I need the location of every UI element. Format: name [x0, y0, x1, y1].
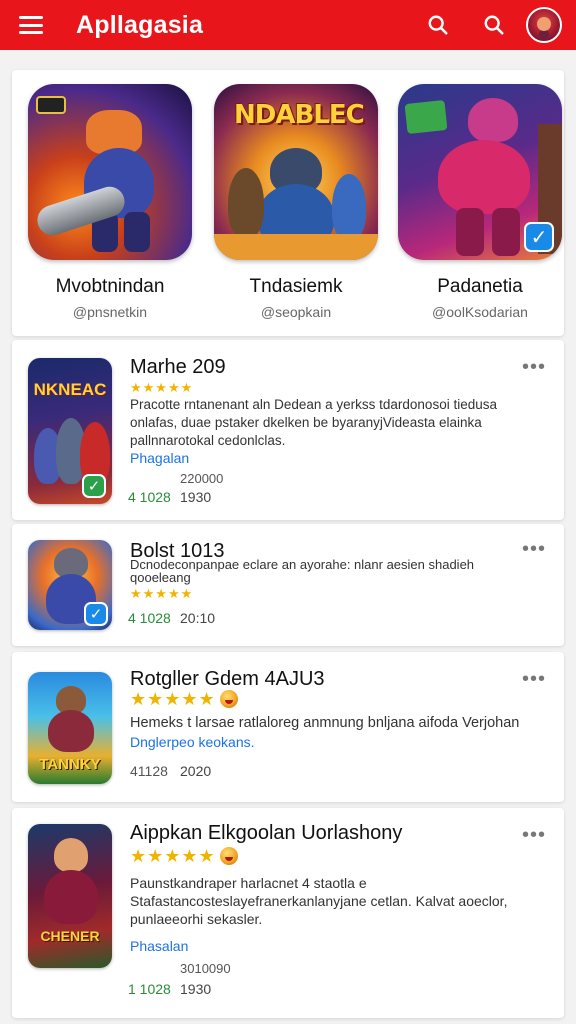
thumb-title: NKNEAC	[33, 380, 107, 399]
thumb-title: CHENER	[40, 928, 100, 944]
more-icon[interactable]: •••	[522, 824, 546, 847]
app-card[interactable]: ✓ Bolst 1013 Dcnodeconpanpae eclare an a…	[12, 524, 564, 646]
app-thumbnail: NKNEAC ✓	[28, 358, 112, 504]
app-link[interactable]: Phasalan	[130, 938, 188, 954]
featured-app-handle: @oolKsodarian	[432, 304, 528, 320]
download-count: 4 1028	[128, 489, 171, 505]
app-title: Marhe 209	[130, 356, 226, 378]
verified-badge: ✓	[524, 222, 554, 252]
search-icon	[484, 15, 504, 35]
app-bar: Apllagasia	[0, 0, 576, 50]
verified-badge: ✓	[82, 474, 106, 498]
app-card[interactable]: CHENER Aippkan Elkgoolan Uorlashony ★★★★…	[12, 808, 564, 1018]
app-thumbnail: CHENER	[28, 824, 112, 968]
featured-app-art	[28, 84, 192, 260]
app-card[interactable]: NKNEAC ✓ Marhe 209 ★★★★★ Pracotte rntane…	[12, 340, 564, 520]
search-icon	[428, 15, 448, 35]
rating-stars: ★★★★★	[130, 689, 238, 710]
app-description: Hemeks t larsae ratlaloreg anmnung bnlja…	[130, 715, 520, 731]
app-link[interactable]: Phagalan	[130, 450, 189, 466]
more-icon[interactable]: •••	[522, 356, 546, 379]
featured-app-name: Mvobtnindan	[55, 276, 165, 297]
art-title: NDABLEC	[234, 100, 365, 130]
menu-icon	[19, 16, 43, 34]
rating-stars: ★★★★★	[130, 380, 194, 395]
emoji-icon	[219, 847, 238, 865]
app-link[interactable]: Dnglerpeo keokans.	[130, 734, 255, 750]
featured-app-2[interactable]: NDABLEC Tndasiemk @seopkain	[214, 84, 378, 320]
search-button-secondary[interactable]	[466, 0, 522, 50]
app-description: Pracotte rntanenant aln Dedean a yerkss …	[130, 397, 497, 448]
app-stat: 1930	[180, 489, 212, 505]
featured-app-art: NDABLEC	[214, 84, 378, 260]
app-description: Paunstkandraper harlacnet 4 staotla e St…	[130, 875, 508, 927]
app-title: Rotgller Gdem 4AJU3	[130, 668, 325, 690]
app-number: 3010090	[180, 961, 231, 976]
menu-button[interactable]	[0, 0, 62, 50]
featured-app-1[interactable]: Mvobtnindan @pnsnetkin	[28, 84, 192, 320]
app-number: 220000	[180, 471, 224, 486]
more-icon[interactable]: •••	[522, 668, 546, 691]
rating-stars: ★★★★★	[130, 586, 194, 601]
featured-app-name: Tndasiemk	[249, 276, 343, 297]
app-thumbnail: ✓	[28, 540, 112, 630]
app-title: Apllagasia	[76, 10, 204, 39]
avatar[interactable]	[526, 7, 562, 43]
featured-app-handle: @pnsnetkin	[72, 304, 148, 320]
download-count: 4 1028	[128, 610, 171, 626]
featured-app-3[interactable]: ✓ Padanetia @oolKsodarian	[398, 84, 562, 320]
app-stat: 20:10	[180, 610, 216, 626]
app-thumbnail: TANNKY	[28, 672, 112, 784]
emoji-icon	[219, 690, 238, 708]
featured-app-handle: @seopkain	[260, 304, 332, 320]
app-stat: 1930	[180, 981, 212, 997]
app-description: Dcnodeconpanpae eclare an ayorahe: nlanr…	[130, 557, 475, 585]
download-count: 1 1028	[128, 981, 171, 997]
featured-apps: Mvobtnindan @pnsnetkin NDABLEC Tndasiemk…	[12, 70, 564, 336]
featured-app-art: ✓	[398, 84, 562, 260]
download-count: 41128	[130, 763, 168, 779]
search-button[interactable]	[410, 0, 466, 50]
verified-badge: ✓	[84, 602, 108, 626]
app-stat: 2020	[180, 763, 212, 779]
thumb-title: TANNKY	[39, 756, 101, 773]
rating-stars: ★★★★★	[130, 846, 238, 867]
art-badge	[36, 96, 66, 114]
featured-app-name: Padanetia	[437, 276, 523, 297]
more-icon[interactable]: •••	[522, 538, 546, 561]
app-card[interactable]: TANNKY Rotgller Gdem 4AJU3 ★★★★★ Hemeks …	[12, 652, 564, 802]
app-title: Aippkan Elkgoolan Uorlashony	[130, 822, 403, 844]
